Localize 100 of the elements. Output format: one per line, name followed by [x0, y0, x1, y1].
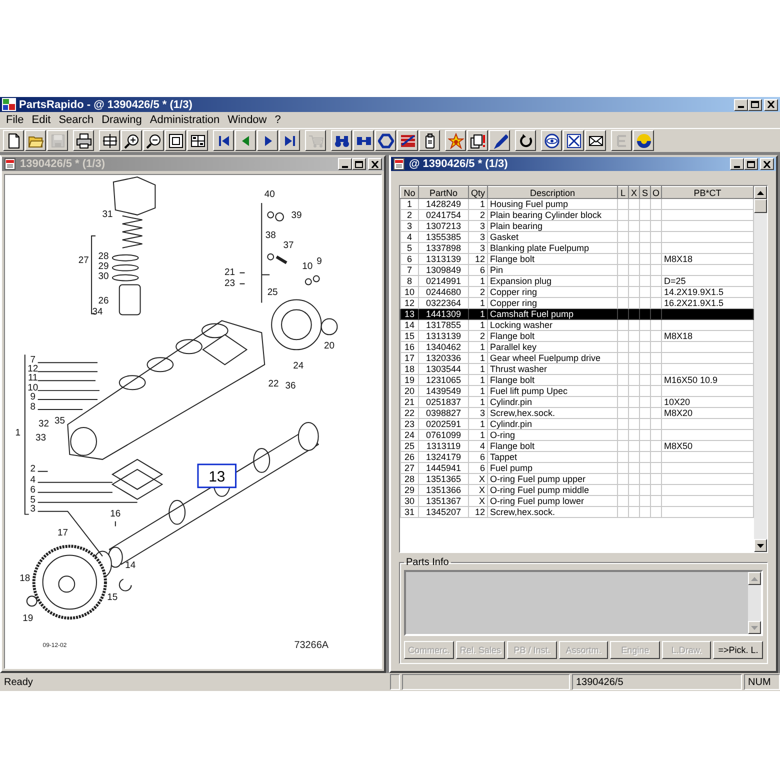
close-button[interactable] — [764, 98, 778, 110]
column-header[interactable]: Qty — [468, 186, 488, 198]
toolbar-button[interactable] — [99, 130, 120, 151]
toolbar-button[interactable] — [187, 130, 208, 151]
toolbar-button[interactable] — [375, 130, 396, 151]
toolbar-button[interactable] — [467, 130, 488, 151]
callout-number[interactable]: 12 — [28, 364, 38, 375]
callout-number[interactable]: 40 — [264, 188, 275, 200]
table-row[interactable]: 5 1337898 3 Blanking plate Fuelpump — [400, 242, 754, 254]
table-row[interactable]: 1 1428249 1 Housing Fuel pump — [400, 198, 754, 210]
callout-number[interactable]: 5 — [30, 494, 36, 506]
callout-number[interactable]: 6 — [30, 484, 36, 496]
column-header[interactable]: PB*CT — [662, 186, 754, 198]
callout-number[interactable]: 36 — [285, 380, 296, 392]
table-row[interactable]: 24 0761099 1 O-ring — [400, 430, 754, 440]
minimize-button[interactable] — [734, 98, 748, 110]
callout-number[interactable]: 8 — [30, 402, 36, 413]
table-row[interactable]: 8 0214991 1 Expansion plug D=25 — [400, 276, 754, 286]
minimize-button[interactable] — [338, 158, 352, 170]
callout-number[interactable]: 2 — [30, 463, 36, 474]
table-row[interactable]: 16 1340462 1 Parallel key — [400, 342, 754, 352]
table-row[interactable]: 21 0251837 1 Cylindr.pin 10X20 — [400, 396, 754, 408]
table-row[interactable]: 19 1231065 1 Flange bolt M16X50 10.9 — [400, 374, 754, 386]
toolbar-button[interactable] — [397, 130, 418, 151]
toolbar-button[interactable] — [489, 130, 510, 151]
menu-item[interactable]: Drawing — [98, 114, 146, 126]
table-row[interactable]: 28 1351365 X O-ring Fuel pump upper — [400, 474, 754, 484]
action-button[interactable]: =>Pick. L. — [713, 641, 764, 659]
callout-number[interactable]: 37 — [283, 240, 294, 251]
toolbar-button[interactable] — [279, 130, 300, 151]
callout-number[interactable]: 26 — [98, 296, 109, 307]
callout-number[interactable]: 3 — [30, 503, 36, 514]
column-header[interactable]: O — [650, 186, 662, 198]
callout-number[interactable]: 9 — [316, 256, 322, 267]
table-row[interactable]: 17 1320336 1 Gear wheel Fuelpump drive — [400, 352, 754, 364]
minimize-button[interactable] — [730, 158, 744, 170]
callout-number[interactable]: 29 — [98, 260, 109, 272]
menu-item[interactable]: Edit — [28, 114, 55, 126]
table-row[interactable]: 30 1351367 X O-ring Fuel pump lower — [400, 496, 754, 506]
table-row[interactable]: 29 1351366 X O-ring Fuel pump middle — [400, 484, 754, 496]
vertical-scrollbar[interactable] — [754, 186, 767, 552]
toolbar-button[interactable] — [419, 130, 440, 151]
toolbar-button[interactable] — [515, 130, 536, 151]
callout-number[interactable]: 24 — [293, 360, 304, 372]
callout-number[interactable]: 4 — [30, 474, 36, 486]
callout-number[interactable]: 38 — [265, 230, 276, 241]
close-button[interactable] — [368, 158, 382, 170]
table-row[interactable]: 7 1309849 6 Pin — [400, 264, 754, 276]
callout-number[interactable]: 17 — [57, 527, 68, 538]
table-row[interactable]: 25 1313119 4 Flange bolt M8X50 — [400, 440, 754, 452]
menu-item[interactable]: Window — [224, 114, 271, 126]
callout-number[interactable]: 21 — [224, 266, 236, 278]
toolbar-button[interactable] — [25, 130, 46, 151]
callout-number[interactable]: 1 — [15, 427, 21, 438]
table-row[interactable]: 2 0241754 2 Plain bearing Cylinder block — [400, 210, 754, 220]
menu-item[interactable]: Administration — [146, 114, 224, 126]
callout-number[interactable]: 23 — [224, 278, 236, 289]
window-title-bar[interactable]: @ 1390426/5 * (1/3) — [391, 157, 776, 171]
table-row[interactable]: 27 1445941 6 Fuel pump — [400, 462, 754, 474]
maximize-button[interactable] — [744, 158, 758, 170]
callout-number[interactable]: 19 — [22, 613, 34, 624]
column-header[interactable]: X — [628, 186, 640, 198]
table-row[interactable]: 6 1313139 12 Flange bolt M8X18 — [400, 254, 754, 264]
table-row[interactable]: 22 0398827 3 Screw,hex.sock. M8X20 — [400, 408, 754, 418]
toolbar-button[interactable] — [3, 130, 24, 151]
scroll-down-button[interactable] — [748, 621, 761, 634]
callout-number[interactable]: 7 — [30, 354, 36, 366]
toolbar-button[interactable] — [585, 130, 606, 151]
callout-number[interactable]: 14 — [125, 560, 136, 572]
table-row[interactable]: 13 1441309 1 Camshaft Fuel pump — [400, 308, 754, 320]
toolbar-button[interactable] — [73, 130, 94, 151]
callout-number[interactable]: 10 — [302, 260, 313, 272]
callout-number[interactable]: 32 — [38, 418, 50, 430]
toolbar-button[interactable] — [213, 130, 234, 151]
toolbar-button[interactable] — [563, 130, 584, 151]
scroll-up-button[interactable] — [754, 186, 767, 199]
highlighted-callout[interactable]: 13 — [197, 464, 237, 488]
table-row[interactable]: 26 1324179 6 Tappet — [400, 452, 754, 462]
callout-number[interactable]: 15 — [107, 592, 118, 604]
scroll-down-button[interactable] — [754, 539, 767, 552]
callout-number[interactable]: 18 — [20, 573, 30, 584]
toolbar-button[interactable] — [257, 130, 278, 151]
column-header[interactable]: S — [640, 186, 650, 198]
toolbar-button[interactable] — [633, 130, 654, 151]
callout-number[interactable]: 10 — [28, 382, 38, 394]
menu-item[interactable]: Search — [54, 114, 98, 126]
callout-number[interactable]: 39 — [291, 210, 302, 221]
toolbar-button[interactable] — [445, 130, 466, 151]
callout-number[interactable]: 25 — [267, 286, 278, 298]
callout-number[interactable]: 9 — [30, 392, 36, 403]
scroll-up-button[interactable] — [748, 572, 761, 585]
maximize-button[interactable] — [748, 98, 762, 110]
callout-number[interactable]: 31 — [102, 208, 113, 220]
callout-number[interactable]: 16 — [110, 508, 121, 520]
callout-number[interactable]: 34 — [92, 306, 103, 318]
table-row[interactable]: 18 1303544 1 Thrust washer — [400, 364, 754, 374]
table-row[interactable]: 10 0244680 2 Copper ring 14.2X19.9X1.5 — [400, 286, 754, 298]
toolbar-button[interactable] — [121, 130, 142, 151]
toolbar-button[interactable] — [541, 130, 562, 151]
toolbar-button[interactable] — [235, 130, 256, 151]
